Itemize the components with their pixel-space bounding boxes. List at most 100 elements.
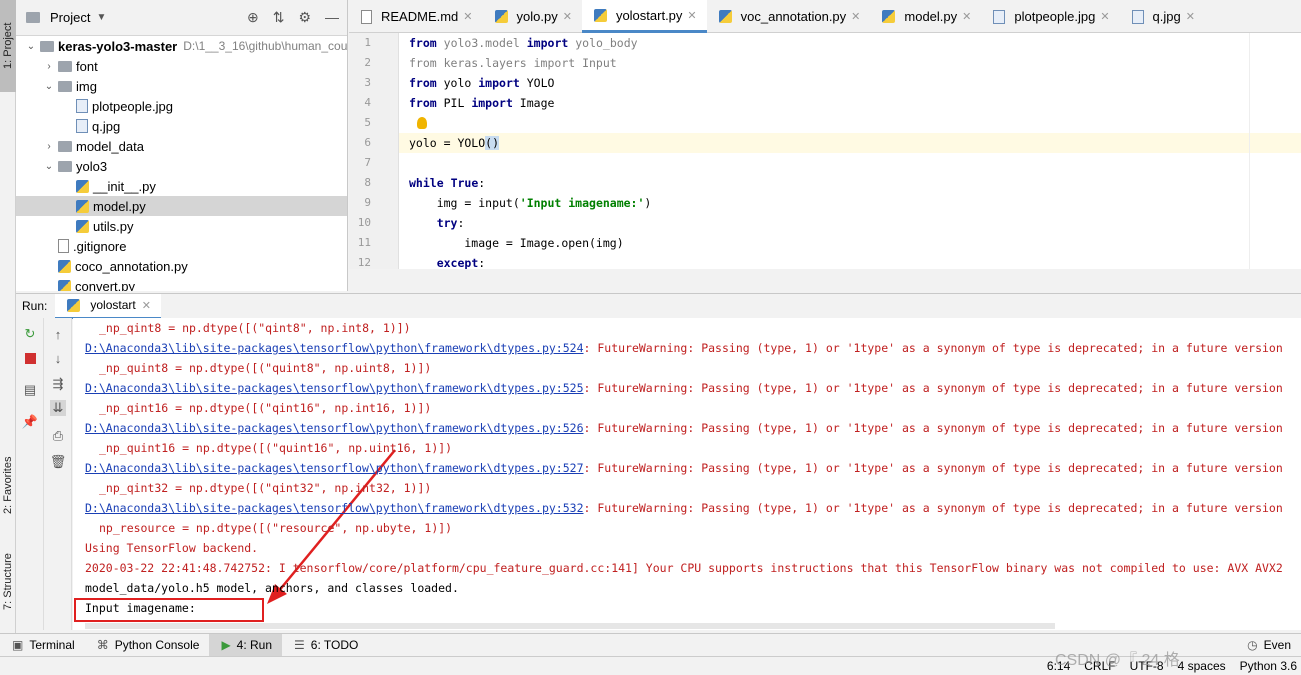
lightbulb-icon[interactable] [417,117,427,129]
indent-setting[interactable]: 4 spaces [1178,659,1226,673]
close-icon[interactable]: ✕ [687,9,696,22]
editor-tab[interactable]: yolo.py ✕ [483,0,582,33]
line-number: 10 [357,216,371,229]
bottom-tab[interactable]: ⌘ Python Console [85,634,210,657]
tree-item[interactable]: › model_data [16,136,347,156]
tree-item[interactable]: model.py [16,196,347,216]
run-console[interactable]: _np_qint8 = np.dtype([("qint8", np.int8,… [73,318,1301,630]
tree-item[interactable]: ⌄ keras-yolo3-master D:\1__3_16\github\hum… [16,36,347,56]
line-number: 7 [364,156,371,169]
locate-icon[interactable]: ⊕ [247,9,259,26]
tree-item[interactable]: ⌄ yolo3 [16,156,347,176]
tree-item[interactable]: __init__.py [16,176,347,196]
tree-item[interactable]: .gitignore [16,236,347,256]
tree-item[interactable]: plotpeople.jpg [16,96,347,116]
line-number: 6 [364,136,371,149]
console-file-link[interactable]: D:\Anaconda3\lib\site-packages\tensorflo… [85,381,584,395]
run-config-tab[interactable]: yolostart ✕ [55,293,161,319]
console-line: np_resource = np.dtype([("resource", np.… [85,518,452,538]
code-line-8: while True: [409,176,486,190]
favorites-tool-tab[interactable]: 2: Favorites [0,440,16,530]
close-icon[interactable]: ✕ [463,10,472,23]
chevron-down-icon[interactable]: ⌄ [42,81,56,92]
close-icon[interactable]: ✕ [851,10,860,23]
tree-item[interactable]: utils.py [16,216,347,236]
image-file-icon [76,119,88,133]
tree-item[interactable]: › font [16,56,347,76]
editor-tab[interactable]: yolostart.py ✕ [581,0,707,33]
python-icon [718,10,732,23]
layout-icon[interactable]: ▤ [22,382,38,398]
structure-tool-tab[interactable]: 7: Structure [0,538,16,626]
editor-scrollbar[interactable] [1249,33,1301,269]
console-text: _np_qint16 = np.dtype([("qint16", np.int… [99,401,432,415]
bottom-tab[interactable]: ◷ Even [1235,634,1301,657]
image-icon [993,9,1006,24]
close-icon[interactable]: ✕ [563,10,572,23]
image-icon [1131,9,1144,24]
console-warning-text: : FutureWarning: Passing (type, 1) or '1… [583,461,1283,475]
chevron-right-icon[interactable]: › [42,141,56,152]
chevron-right-icon[interactable]: › [42,61,56,72]
trash-icon[interactable]: 🗑 [50,454,67,470]
close-icon[interactable]: ✕ [142,299,151,312]
console-file-link[interactable]: D:\Anaconda3\lib\site-packages\tensorflo… [85,461,584,475]
tree-item-label: img [76,78,97,94]
close-icon[interactable]: ✕ [1186,10,1195,23]
bottom-tab[interactable]: ☰ 6: TODO [282,634,368,657]
console-file-link[interactable]: D:\Anaconda3\lib\site-packages\tensorflo… [85,421,584,435]
print-icon[interactable]: ⎙ [50,428,66,444]
bottom-tab[interactable]: ▶ 4: Run [209,633,283,657]
code-line-11: image = Image.open(img) [409,236,624,250]
favorites-tool-tab-label: 2: Favorites [2,456,14,514]
editor-tab-label: yolostart.py [615,7,683,23]
scroll-to-end-icon[interactable]: ⇊ [50,400,66,416]
close-icon[interactable]: ✕ [1100,10,1109,23]
python-interpreter[interactable]: Python 3.6 [1240,659,1297,673]
code-line-10: try: [436,216,465,230]
chevron-down-icon[interactable]: ⌄ [24,41,38,52]
chevron-down-icon[interactable]: ⌄ [42,161,56,172]
rerun-icon[interactable]: ↻ [22,326,38,342]
markdown-icon [361,9,372,24]
python-console-icon: ⌘ [96,638,109,652]
project-tool-tab[interactable]: 1: Project [0,0,16,92]
close-icon[interactable]: ✕ [962,10,971,23]
arrow-down-icon[interactable]: ↓ [50,350,66,366]
editor-tab-label: plotpeople.jpg [1014,9,1096,24]
arrow-up-icon[interactable]: ↑ [50,326,66,342]
tree-item[interactable]: ⌄ img [16,76,347,96]
tree-item-label: plotpeople.jpg [92,98,173,114]
pin-icon[interactable]: 📌 [22,414,38,430]
hide-icon[interactable]: — [325,9,339,26]
tree-item[interactable]: q.jpg [16,116,347,136]
project-panel-title[interactable]: Project [50,10,90,25]
gear-icon[interactable]: ⚙ [298,9,311,26]
console-file-link[interactable]: D:\Anaconda3\lib\site-packages\tensorflo… [85,341,584,355]
editor-tab[interactable]: README.md ✕ [349,0,483,33]
editor-tab[interactable]: q.jpg ✕ [1120,0,1205,33]
tree-item[interactable]: coco_annotation.py [16,256,347,276]
run-toolbar-primary: ↻ ▤ 📌 [16,318,44,630]
stop-icon[interactable] [22,350,38,366]
console-file-link[interactable]: D:\Anaconda3\lib\site-packages\tensorflo… [85,501,584,515]
console-text: _np_qint32 = np.dtype([("qint32", np.int… [99,481,432,495]
console-line: 2020-03-22 22:41:48.742752: I tensorflow… [85,558,1283,578]
code-editor[interactable]: 1 2 3 4 5 6 7 8 9 10 11 12 from yolo3.model import … [349,33,1301,269]
bottom-tab-label: 6: TODO [310,638,359,652]
editor-tab[interactable]: plotpeople.jpg ✕ [981,0,1119,33]
editor-tab[interactable]: voc_annotation.py ✕ [707,0,871,33]
python-icon [494,10,508,23]
editor-tab-label: model.py [904,9,958,24]
soft-wrap-icon[interactable]: ⇶ [50,376,66,392]
chevron-down-icon[interactable]: ▼ [96,12,106,23]
collapse-all-icon[interactable]: ⇅ [273,9,285,26]
code-line-2: from keras.layers import Input [409,56,617,70]
bottom-tab[interactable]: ▣ Terminal [0,634,85,657]
line-gutter: 1 2 3 4 5 6 7 8 9 10 11 12 [349,33,399,269]
editor-tab[interactable]: model.py ✕ [870,0,981,33]
console-warning-text: : FutureWarning: Passing (type, 1) or '1… [583,501,1283,515]
tree-item[interactable]: convert.py [16,276,347,291]
line-number: 3 [364,76,371,89]
console-horizontal-scrollbar[interactable] [85,623,1055,629]
